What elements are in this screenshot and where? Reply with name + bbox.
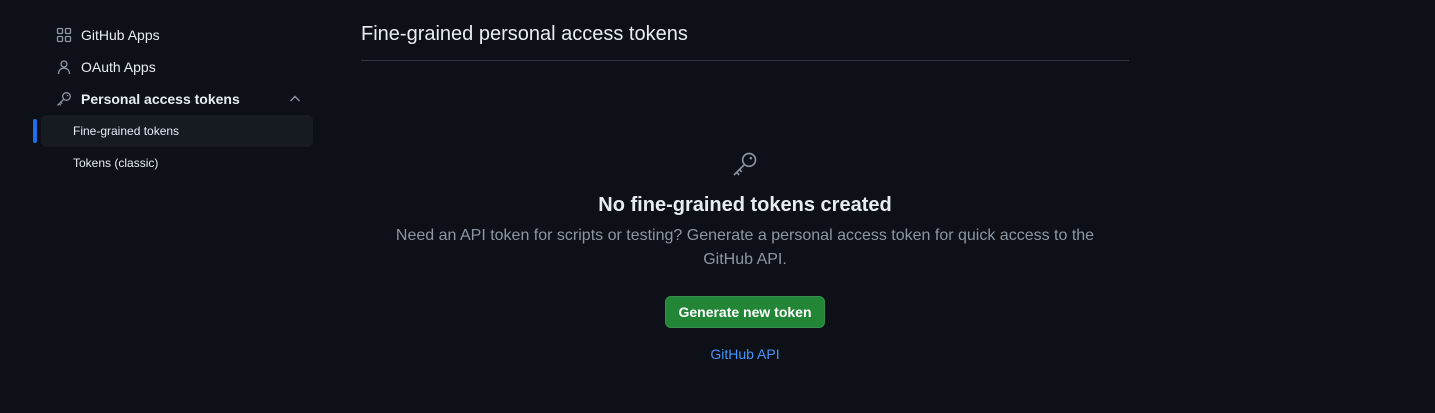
sidebar-item-label: OAuth Apps xyxy=(81,59,156,75)
blankslate-heading: No fine-grained tokens created xyxy=(598,194,892,216)
blankslate: No fine-grained tokens created Need an A… xyxy=(361,150,1129,362)
page-title: Fine-grained personal access tokens xyxy=(361,19,1129,61)
apps-grid-icon xyxy=(56,27,72,43)
sidebar-item-oauth-apps[interactable]: OAuth Apps xyxy=(41,51,313,83)
main-content: Fine-grained personal access tokens xyxy=(361,19,1129,61)
sidebar-item-label: GitHub Apps xyxy=(81,27,160,43)
key-icon xyxy=(56,91,72,107)
settings-page: GitHub Apps OAuth Apps Personal access t… xyxy=(0,0,1435,413)
settings-sidebar: GitHub Apps OAuth Apps Personal access t… xyxy=(33,19,313,179)
generate-new-token-button[interactable]: Generate new token xyxy=(665,296,825,328)
active-indicator xyxy=(33,119,37,143)
blankslate-description: Need an API token for scripts or testing… xyxy=(395,227,1095,268)
person-icon xyxy=(56,59,72,75)
sidebar-item-label: Personal access tokens xyxy=(81,91,240,107)
key-icon xyxy=(731,150,759,178)
sidebar-subitem-fine-grained-tokens[interactable]: Fine-grained tokens xyxy=(33,115,313,147)
sidebar-subitem-label: Fine-grained tokens xyxy=(73,124,180,138)
sidebar-item-personal-access-tokens[interactable]: Personal access tokens xyxy=(41,83,313,115)
sidebar-subitem-tokens-classic[interactable]: Tokens (classic) xyxy=(41,147,313,179)
chevron-up-icon[interactable] xyxy=(287,91,303,107)
github-api-link[interactable]: GitHub API xyxy=(361,346,1129,362)
sidebar-subitem-label: Tokens (classic) xyxy=(73,156,159,170)
sidebar-item-github-apps[interactable]: GitHub Apps xyxy=(41,19,313,51)
